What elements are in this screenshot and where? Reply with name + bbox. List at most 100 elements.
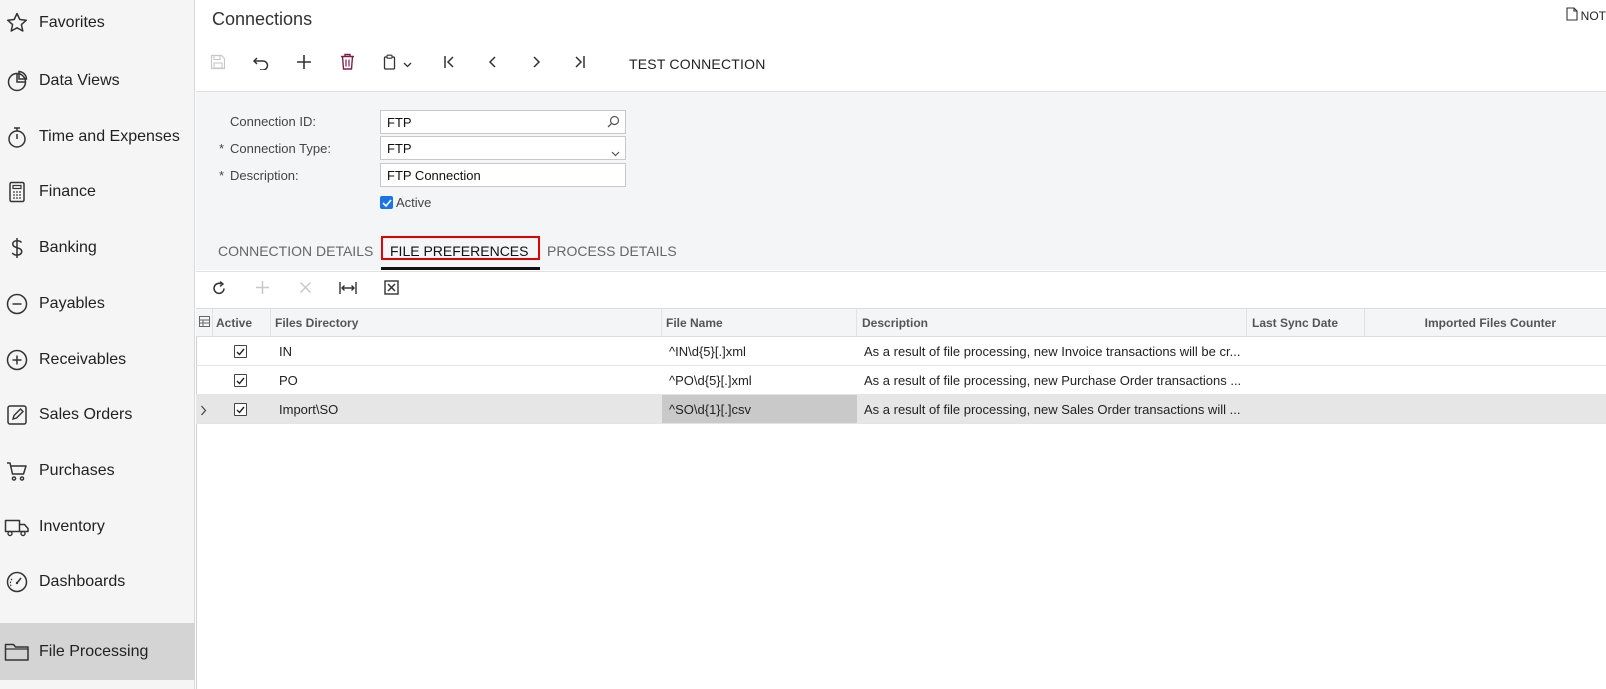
column-header-files-directory[interactable]: Files Directory [271, 309, 662, 337]
cell-imported-files-counter[interactable] [1365, 395, 1561, 423]
checkmark-icon [380, 196, 393, 209]
copy-paste-button[interactable] [375, 46, 419, 82]
cell-description[interactable]: As a result of file processing, new Purc… [857, 366, 1244, 394]
chevron-down-icon [611, 145, 620, 160]
tab-file-preferences[interactable]: FILE PREFERENCES [390, 243, 528, 259]
fit-width-icon [339, 281, 357, 300]
next-record-button[interactable] [521, 46, 551, 82]
previous-record-button[interactable] [478, 46, 508, 82]
sidebar-item-label: Time and Expenses [39, 127, 180, 145]
connection-type-label: Connection Type: [230, 141, 331, 156]
connection-type-select[interactable]: FTP [380, 136, 626, 160]
main-content: Connections NOT TEST CONNECTION Connecti… [196, 0, 1606, 689]
tab-process-details[interactable]: PROCESS DETAILS [547, 243, 677, 259]
required-mark: * [219, 168, 225, 183]
table-row[interactable]: IN ^IN\d{5}[.]xml As a result of file pr… [196, 337, 1606, 366]
plus-icon [255, 280, 270, 300]
clipboard-icon [383, 54, 397, 75]
connection-type-value: FTP [387, 141, 412, 156]
sidebar-item-file-processing[interactable]: File Processing [0, 623, 195, 680]
cell-last-sync-date[interactable] [1247, 337, 1365, 365]
table-row-selected[interactable]: Import\SO ^SO\d{1}[.]csv As a result of … [196, 395, 1606, 424]
undo-icon [252, 54, 270, 75]
notes-button[interactable]: NOT [1566, 7, 1606, 24]
sidebar-item-inventory[interactable]: Inventory [0, 498, 195, 555]
column-settings-button[interactable] [196, 309, 213, 337]
cell-imported-files-counter[interactable] [1365, 337, 1561, 365]
sidebar-item-finance[interactable]: Finance [0, 163, 195, 220]
file-preferences-grid: Active Files Directory File Name Descrip… [196, 308, 1606, 424]
cell-last-sync-date[interactable] [1247, 366, 1365, 394]
sidebar-item-data-views[interactable]: Data Views [0, 52, 195, 109]
grid-delete-row-button[interactable] [290, 275, 320, 305]
dollar-icon [4, 235, 30, 261]
active-checkbox[interactable]: Active [380, 195, 431, 210]
cell-description[interactable]: As a result of file processing, new Sale… [857, 395, 1244, 423]
table-row[interactable]: PO ^PO\d{5}[.]xml As a result of file pr… [196, 366, 1606, 395]
column-header-imported-files-counter[interactable]: Imported Files Counter [1365, 309, 1561, 337]
tab-active-indicator [381, 267, 540, 270]
sidebar-item-receivables[interactable]: Receivables [0, 331, 195, 388]
refresh-icon [211, 280, 227, 301]
sidebar-item-label: Data Views [39, 71, 120, 89]
chevron-left-icon [488, 55, 498, 74]
sidebar-item-favorites[interactable]: Favorites [0, 0, 195, 51]
edit-icon [4, 402, 30, 428]
cell-files-directory[interactable]: Import\SO [279, 395, 659, 423]
export-excel-button[interactable] [376, 275, 406, 305]
cell-files-directory[interactable]: PO [279, 366, 659, 394]
sidebar-item-banking[interactable]: Banking [0, 219, 195, 276]
search-icon[interactable] [607, 115, 620, 131]
sidebar-item-payables[interactable]: Payables [0, 275, 195, 332]
star-icon [4, 10, 30, 36]
column-header-description[interactable]: Description [857, 309, 1247, 337]
row-active-checkbox[interactable] [234, 374, 247, 387]
last-record-button[interactable] [564, 46, 594, 82]
cell-file-name[interactable]: ^IN\d{5}[.]xml [662, 337, 857, 365]
first-record-button[interactable] [435, 46, 465, 82]
test-connection-button[interactable]: TEST CONNECTION [629, 56, 766, 72]
sidebar-item-label: File Processing [39, 642, 149, 660]
add-button[interactable] [289, 46, 319, 82]
cell-file-name[interactable]: ^SO\d{1}[.]csv [662, 395, 857, 423]
document-icon [1566, 7, 1578, 24]
grid-add-row-button[interactable] [247, 275, 277, 305]
active-label: Active [396, 195, 432, 210]
column-header-active[interactable]: Active [213, 309, 271, 337]
refresh-button[interactable] [204, 275, 234, 305]
sidebar-item-sales-orders[interactable]: Sales Orders [0, 386, 195, 443]
fit-columns-button[interactable] [333, 275, 363, 305]
connection-id-field[interactable]: FTP [380, 110, 626, 134]
sidebar-item-label: Finance [39, 182, 96, 200]
sidebar-item-label: Sales Orders [39, 405, 133, 423]
undo-button[interactable] [246, 46, 276, 82]
cell-imported-files-counter[interactable] [1365, 366, 1561, 394]
chevron-down-icon [403, 55, 412, 73]
save-button[interactable] [203, 46, 233, 82]
cell-last-sync-date[interactable] [1247, 395, 1365, 423]
chevron-right-icon [531, 55, 541, 74]
plus-icon [296, 54, 312, 75]
column-header-file-name[interactable]: File Name [662, 309, 857, 337]
grid-header-row: Active Files Directory File Name Descrip… [196, 308, 1606, 337]
sidebar-item-dashboards[interactable]: Dashboards [0, 553, 195, 610]
sidebar-item-time-and-expenses[interactable]: Time and Expenses [0, 108, 195, 165]
cell-file-name[interactable]: ^PO\d{5}[.]xml [662, 366, 857, 394]
pie-chart-icon [4, 68, 30, 94]
cell-files-directory[interactable]: IN [279, 337, 659, 365]
truck-icon [4, 514, 30, 540]
row-selector-chevron-icon [200, 403, 207, 421]
row-active-checkbox[interactable] [234, 403, 247, 416]
sidebar-item-purchases[interactable]: Purchases [0, 442, 195, 499]
connection-id-label: Connection ID: [230, 114, 316, 129]
tab-connection-details[interactable]: CONNECTION DETAILS [218, 243, 373, 259]
cell-description[interactable]: As a result of file processing, new Invo… [857, 337, 1244, 365]
delete-button[interactable] [332, 46, 362, 82]
description-label: Description: [230, 168, 299, 183]
save-icon [210, 54, 226, 75]
grid-toolbar [196, 271, 1606, 307]
column-header-last-sync-date[interactable]: Last Sync Date [1247, 309, 1365, 337]
row-active-checkbox[interactable] [234, 345, 247, 358]
description-field[interactable]: FTP Connection [380, 163, 626, 187]
connection-id-value: FTP [387, 115, 412, 130]
